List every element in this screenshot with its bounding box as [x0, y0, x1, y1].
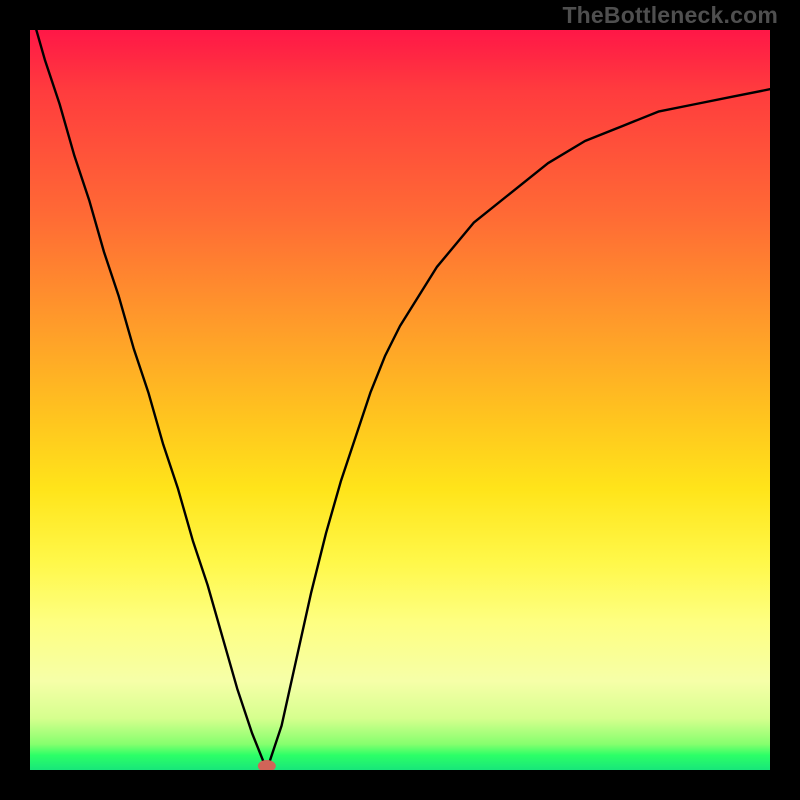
min-point-marker [258, 760, 276, 770]
chart-frame: TheBottleneck.com [0, 0, 800, 800]
chart-svg [30, 30, 770, 770]
watermark-label: TheBottleneck.com [562, 2, 778, 29]
plot-area [30, 30, 770, 770]
bottleneck-curve [30, 30, 770, 770]
